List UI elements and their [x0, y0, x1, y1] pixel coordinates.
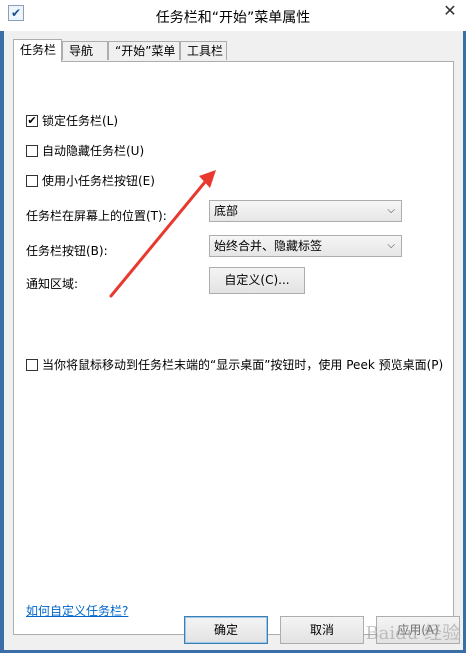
- title-bar: ✔ 任务栏和“开始”菜单属性 ✕: [0, 0, 466, 31]
- lock-taskbar-option[interactable]: ✔ 锁定任务栏(L): [26, 113, 118, 129]
- window-title: 任务栏和“开始”菜单属性: [155, 10, 311, 26]
- position-value: 底部: [214, 204, 239, 218]
- lock-taskbar-checkbox[interactable]: ✔: [26, 114, 38, 127]
- tab-toolbars[interactable]: 工具栏: [180, 41, 227, 60]
- small-buttons-option[interactable]: 使用小任务栏按钮(E): [26, 173, 155, 189]
- small-buttons-label: 使用小任务栏按钮(E): [42, 174, 155, 188]
- help-link[interactable]: 如何自定义任务栏?: [26, 602, 128, 619]
- auto-hide-checkbox[interactable]: [26, 144, 38, 157]
- lock-taskbar-label: 锁定任务栏(L): [42, 114, 119, 128]
- taskbar-buttons-label: 任务栏按钮(B):: [26, 244, 108, 258]
- watermark: Baidu 经验: [365, 623, 460, 644]
- taskbar-buttons-value: 始终合并、隐藏标签: [214, 239, 323, 253]
- dialog-client-area: 任务栏 导航 “开始”菜单 工具栏 ✔ 锁定任务栏(L) 自动隐藏任务栏(U) 使…: [4, 31, 463, 650]
- auto-hide-label: 自动隐藏任务栏(U): [42, 144, 145, 158]
- small-buttons-checkbox[interactable]: [26, 174, 38, 187]
- taskbar-buttons-select[interactable]: 始终合并、隐藏标签 ⌵: [209, 235, 402, 257]
- peek-label: 当你将鼠标移动到任务栏末端的“显示桌面”按钮时，使用 Peek 预览桌面(P): [42, 358, 444, 372]
- position-select[interactable]: 底部 ⌵: [209, 200, 402, 222]
- tab-navigation[interactable]: 导航: [62, 41, 108, 60]
- ok-button[interactable]: 确定: [184, 616, 268, 644]
- peek-checkbox[interactable]: [26, 358, 38, 371]
- taskbar-tab-page: ✔ 锁定任务栏(L) 自动隐藏任务栏(U) 使用小任务栏按钮(E) 任务栏在屏幕上…: [13, 61, 454, 635]
- chevron-down-icon: ⌵: [387, 205, 395, 216]
- tab-taskbar[interactable]: 任务栏: [13, 39, 62, 62]
- cancel-button[interactable]: 取消: [280, 616, 364, 644]
- chevron-down-icon: ⌵: [387, 240, 395, 251]
- peek-option[interactable]: 当你将鼠标移动到任务栏末端的“显示桌面”按钮时，使用 Peek 预览桌面(P): [26, 357, 443, 373]
- notification-area-label: 通知区域:: [26, 277, 79, 291]
- auto-hide-option[interactable]: 自动隐藏任务栏(U): [26, 143, 144, 159]
- tab-start-menu[interactable]: “开始”菜单: [108, 41, 180, 60]
- position-label: 任务栏在屏幕上的位置(T):: [26, 209, 167, 223]
- customize-notification-button[interactable]: 自定义(C)...: [209, 267, 305, 294]
- close-button[interactable]: ✕: [434, 0, 466, 22]
